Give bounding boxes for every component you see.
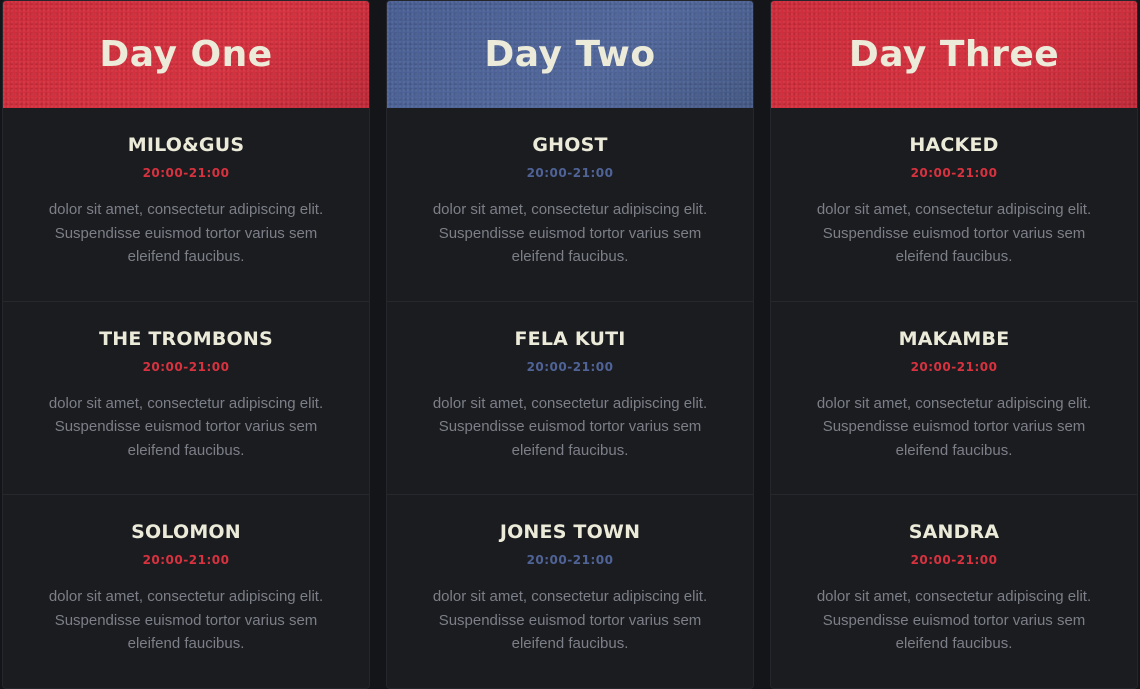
act-name: SANDRA xyxy=(908,521,1000,544)
act-description: dolor sit amet, consectetur adipiscing e… xyxy=(48,394,324,459)
act-card: GHOST 20:00-21:00 dolor sit amet, consec… xyxy=(387,108,753,301)
act-time: 20:00-21:00 xyxy=(526,553,614,568)
act-time: 20:00-21:00 xyxy=(910,166,998,180)
act-time: 20:00-21:00 xyxy=(142,553,230,568)
day-header-three: Day Three xyxy=(771,1,1137,108)
act-name: MAKAMBE xyxy=(898,327,1010,350)
act-description: dolor sit amet, consectetur adipiscing e… xyxy=(48,201,324,265)
act-card: JONES TOWN 20:00-21:00 dolor sit amet, c… xyxy=(387,494,753,688)
act-description: dolor sit amet, consectetur adipiscing e… xyxy=(816,588,1092,653)
act-name: GHOST xyxy=(532,134,608,156)
act-name: MILO&GUS xyxy=(127,134,245,156)
act-card: MILO&GUS 20:00-21:00 dolor sit amet, con… xyxy=(3,108,369,301)
act-name: FELA KUTI xyxy=(514,327,626,350)
day-title: Day Two xyxy=(484,34,656,75)
act-card: THE TROMBONS 20:00-21:00 dolor sit amet,… xyxy=(3,300,369,495)
act-description: dolor sit amet, consectetur adipiscing e… xyxy=(432,201,708,265)
act-card: MAKAMBE 20:00-21:00 dolor sit amet, cons… xyxy=(771,300,1137,495)
act-name: SOLOMON xyxy=(131,521,241,544)
act-time: 20:00-21:00 xyxy=(526,166,614,180)
act-card: FELA KUTI 20:00-21:00 dolor sit amet, co… xyxy=(387,300,753,495)
act-description: dolor sit amet, consectetur adipiscing e… xyxy=(432,394,708,459)
act-description: dolor sit amet, consectetur adipiscing e… xyxy=(432,588,708,653)
act-name: JONES TOWN xyxy=(499,521,641,544)
act-description: dolor sit amet, consectetur adipiscing e… xyxy=(816,394,1092,459)
day-header-one: Day One xyxy=(3,1,369,108)
act-card: SOLOMON 20:00-21:00 dolor sit amet, cons… xyxy=(3,494,369,688)
day-column-one: Day One MILO&GUS 20:00-21:00 dolor sit a… xyxy=(2,0,370,689)
act-name: THE TROMBONS xyxy=(99,327,273,350)
day-header-two: Day Two xyxy=(387,1,753,108)
act-description: dolor sit amet, consectetur adipiscing e… xyxy=(816,201,1092,265)
act-time: 20:00-21:00 xyxy=(526,359,614,374)
act-time: 20:00-21:00 xyxy=(910,553,998,568)
act-card: HACKED 20:00-21:00 dolor sit amet, conse… xyxy=(771,108,1137,301)
act-description: dolor sit amet, consectetur adipiscing e… xyxy=(48,588,324,653)
act-name: HACKED xyxy=(909,134,999,156)
day-column-two: Day Two GHOST 20:00-21:00 dolor sit amet… xyxy=(386,0,754,689)
day-title: Day Three xyxy=(848,34,1060,75)
festival-schedule: Day One MILO&GUS 20:00-21:00 dolor sit a… xyxy=(0,0,1140,689)
act-time: 20:00-21:00 xyxy=(910,359,998,374)
act-time: 20:00-21:00 xyxy=(142,166,230,180)
act-card: SANDRA 20:00-21:00 dolor sit amet, conse… xyxy=(771,494,1137,688)
day-title: Day One xyxy=(99,34,273,75)
act-time: 20:00-21:00 xyxy=(142,359,230,374)
day-column-three: Day Three HACKED 20:00-21:00 dolor sit a… xyxy=(770,0,1138,689)
